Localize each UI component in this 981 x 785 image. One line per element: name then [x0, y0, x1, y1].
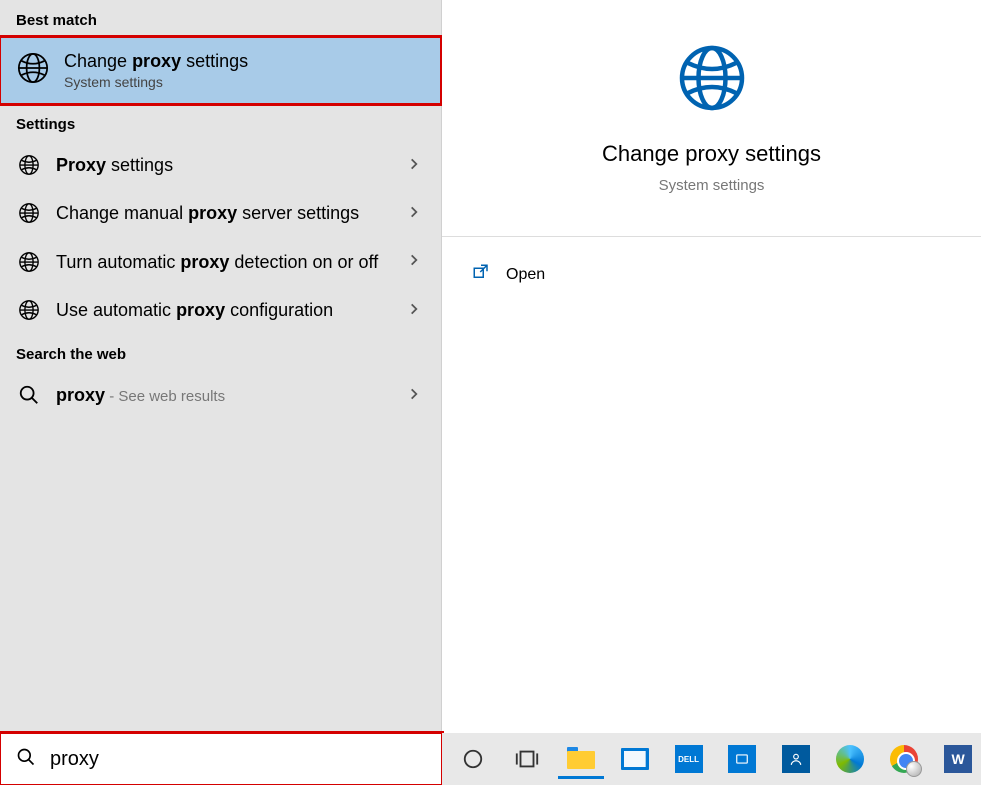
best-match-title: Change proxy settings [64, 51, 248, 72]
search-input[interactable] [50, 748, 426, 771]
chrome-icon [890, 745, 918, 773]
result-label: Proxy settings [56, 153, 393, 177]
taskbar-word[interactable]: W [935, 739, 981, 779]
taskbar-taskview[interactable] [504, 739, 550, 779]
result-label: Turn automatic proxy detection on or off [56, 250, 393, 274]
open-icon [472, 263, 490, 286]
globe-icon [676, 42, 748, 119]
preview-title: Change proxy settings [602, 141, 821, 167]
dell-icon: DELL [675, 745, 703, 773]
chevron-right-icon [407, 251, 425, 272]
result-label: Use automatic proxy configuration [56, 298, 393, 322]
mail-icon [621, 748, 649, 770]
taskbar-chrome[interactable] [881, 739, 927, 779]
taskbar: DELL W [442, 733, 981, 785]
chevron-right-icon [407, 155, 425, 176]
chevron-right-icon [407, 300, 425, 321]
globe-icon [16, 299, 42, 321]
search-icon [16, 747, 36, 772]
result-settings-0[interactable]: Proxy settings [0, 141, 441, 189]
taskbar-cortana[interactable] [450, 739, 496, 779]
word-icon: W [944, 745, 972, 773]
result-label: Change manual proxy server settings [56, 201, 393, 225]
open-button[interactable]: Open [442, 237, 575, 312]
section-settings: Settings [0, 104, 441, 141]
result-web-label: proxy - See web results [56, 383, 393, 407]
best-match-subtitle: System settings [64, 74, 248, 90]
open-label: Open [506, 266, 545, 284]
result-best-match[interactable]: Change proxy settings System settings [0, 37, 441, 104]
result-settings-1[interactable]: Change manual proxy server settings [0, 189, 441, 237]
chevron-right-icon [407, 385, 425, 406]
tile-icon [782, 745, 810, 773]
search-results-panel: Best match Change proxy settings System … [0, 0, 442, 733]
chevron-right-icon [407, 203, 425, 224]
section-best-match: Best match [0, 0, 441, 37]
search-bar[interactable] [0, 733, 442, 785]
section-web: Search the web [0, 334, 441, 371]
globe-icon [16, 251, 42, 273]
result-settings-3[interactable]: Use automatic proxy configuration [0, 286, 441, 334]
taskbar-file-explorer[interactable] [558, 739, 604, 779]
taskbar-edge[interactable] [827, 739, 873, 779]
taskbar-dell[interactable]: DELL [666, 739, 712, 779]
result-settings-2[interactable]: Turn automatic proxy detection on or off [0, 238, 441, 286]
globe-icon [16, 202, 42, 224]
edge-icon [836, 745, 864, 773]
globe-icon [16, 154, 42, 176]
taskbar-app-1[interactable] [720, 739, 766, 779]
folder-icon [567, 747, 595, 769]
tile-icon [728, 745, 756, 773]
preview-panel: Change proxy settings System settings Op… [442, 0, 981, 733]
taskbar-app-2[interactable] [773, 739, 819, 779]
search-icon [16, 384, 42, 406]
preview-subtitle: System settings [659, 177, 765, 194]
globe-icon [16, 51, 50, 90]
result-web-proxy[interactable]: proxy - See web results [0, 371, 441, 419]
taskbar-mail[interactable] [612, 739, 658, 779]
